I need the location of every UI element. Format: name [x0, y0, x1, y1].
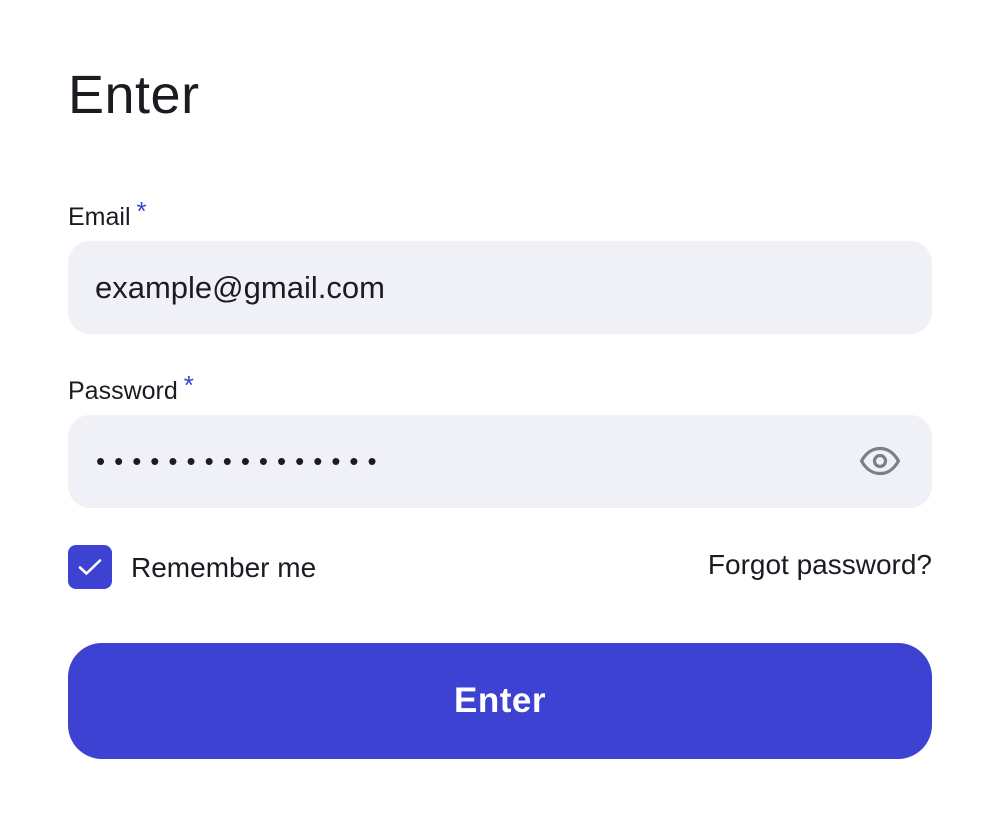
password-required-mark: * [183, 370, 194, 400]
password-label-text: Password [68, 377, 178, 405]
eye-icon[interactable] [859, 444, 901, 478]
remember-me-checkbox[interactable]: Remember me [68, 545, 316, 589]
password-field-container [68, 415, 932, 508]
email-field-container [68, 241, 932, 334]
password-label: Password * [68, 370, 194, 406]
password-field[interactable] [68, 415, 932, 508]
remember-me-label: Remember me [131, 552, 317, 583]
page-title: Enter [68, 65, 200, 125]
email-required-mark: * [136, 196, 147, 226]
forgot-password-link[interactable]: Forgot password? [708, 549, 932, 581]
login-form: Enter Email* Password* Remember me Forgo… [0, 0, 1007, 835]
email-field[interactable] [68, 241, 932, 334]
enter-button[interactable]: Enter [68, 643, 932, 759]
checkbox-box[interactable] [68, 545, 112, 589]
email-label-text: Email [68, 203, 131, 231]
email-label: Email * [68, 196, 147, 232]
checkmark-icon [78, 559, 102, 575]
